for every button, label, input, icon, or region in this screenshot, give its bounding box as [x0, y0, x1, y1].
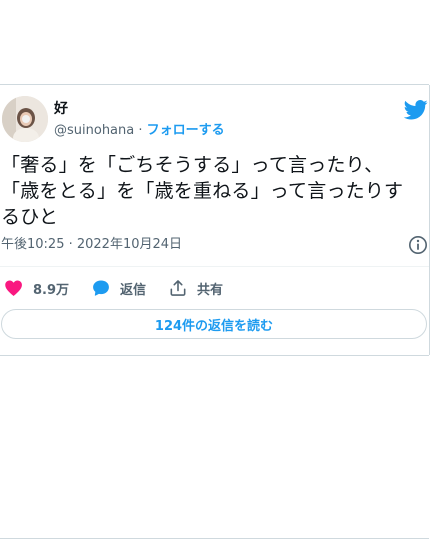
like-button[interactable]: 8.9万 [0, 278, 69, 298]
tweet-timestamp[interactable]: 午後10:25 · 2022年10月24日 [1, 235, 182, 255]
avatar-photo [2, 96, 48, 142]
author-display-name[interactable]: 好 [54, 100, 225, 118]
read-replies-button[interactable]: 124件の返信を読む [1, 309, 427, 339]
page: 好 @suinohana · フォローする 「奢る」を「ごちそうする」って言った… [0, 0, 434, 540]
tweet-text: 「奢る」を「ごちそうする」って言ったり、 「歳をとる」を「歳を重ねる」って言った… [1, 152, 427, 230]
twitter-bird-icon[interactable] [404, 99, 428, 121]
action-bar: 8.9万 返信 共有 [0, 275, 241, 301]
tweet-card: 好 @suinohana · フォローする 「奢る」を「ごちそうする」って言った… [0, 85, 430, 355]
heart-icon [5, 280, 22, 296]
reply-button[interactable]: 返信 [87, 278, 146, 298]
info-icon[interactable] [408, 235, 428, 255]
reply-label: 返信 [120, 282, 147, 298]
share-button[interactable]: 共有 [164, 278, 223, 298]
author-handle-row: @suinohana · フォローする [54, 121, 225, 141]
tweet-text-line: るひと [1, 206, 59, 228]
follow-button[interactable]: フォローする [147, 123, 225, 138]
tweet-text-line: 「歳をとる」を「歳を重ねる」って言ったりす [1, 180, 404, 202]
footer-divider [0, 538, 429, 539]
action-divider [0, 266, 429, 267]
card-bottom-divider [0, 355, 429, 356]
share-icon [170, 280, 186, 296]
like-count: 8.9万 [33, 282, 70, 298]
author-block: 好 @suinohana · フォローする [54, 100, 225, 141]
avatar[interactable] [2, 96, 48, 142]
share-label: 共有 [197, 282, 224, 298]
author-handle[interactable]: @suinohana [54, 123, 134, 138]
reply-bubble-icon [93, 280, 109, 296]
tweet-text-line: 「奢る」を「ごちそうする」って言ったり、 [1, 154, 384, 176]
separator-dot: · [138, 123, 143, 138]
